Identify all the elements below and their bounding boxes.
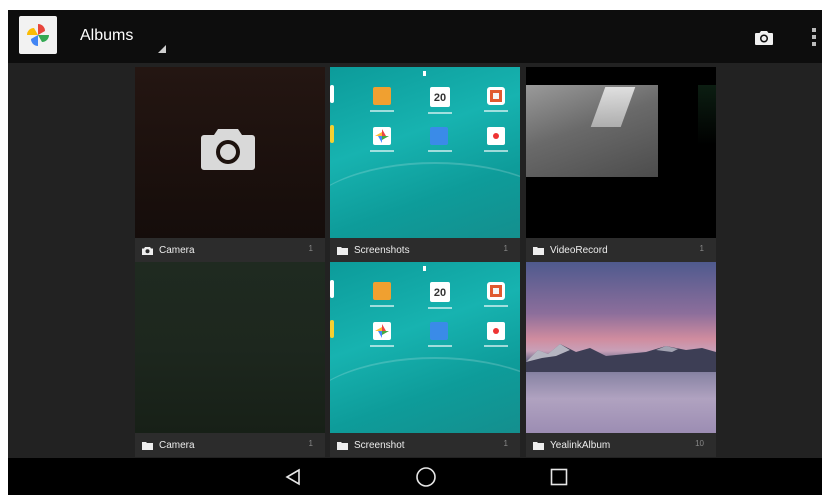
page-title[interactable]: Albums (80, 27, 133, 45)
status-dot (423, 266, 426, 271)
back-icon[interactable] (278, 463, 308, 491)
app-icon-partial (330, 125, 334, 143)
video-frame (526, 85, 658, 177)
mountain-silhouette (526, 344, 716, 372)
camera-icon[interactable] (750, 23, 778, 51)
app-label (370, 345, 394, 347)
calendar-icon: 20 (430, 87, 450, 107)
app-label (428, 307, 452, 309)
app-icon-partial (330, 320, 334, 338)
app-label (370, 110, 394, 112)
album-label-bar: Camera 1 (135, 238, 325, 262)
app-label (484, 305, 508, 307)
gallery-app-icon (373, 322, 391, 340)
app-icon-tools (373, 87, 391, 105)
album-thumbnail: 20 (330, 262, 520, 433)
app-label (484, 110, 508, 112)
camera-small-icon (142, 246, 154, 255)
app-label (370, 305, 394, 307)
camera-placeholder-icon (201, 129, 255, 170)
album-tile-yealinkalbum[interactable]: YealinkAlbum 10 (526, 262, 716, 457)
dropdown-indicator-icon[interactable] (158, 45, 166, 53)
album-label-bar: YealinkAlbum 10 (526, 433, 716, 457)
album-name: YealinkAlbum (550, 439, 611, 451)
album-thumbnail (526, 262, 716, 433)
folder-icon (142, 441, 154, 450)
album-name: Screenshots (354, 244, 410, 256)
browser-icon (487, 282, 505, 300)
folder-icon (337, 246, 349, 255)
album-name: Camera (159, 439, 195, 451)
album-name: Screenshot (354, 439, 405, 451)
album-tile-camera[interactable]: Camera 1 (135, 67, 325, 262)
home-icon[interactable] (411, 463, 441, 491)
app-label (484, 345, 508, 347)
browser-icon (487, 87, 505, 105)
folder-icon (533, 246, 545, 255)
navigation-bar (8, 458, 822, 495)
calendar-icon: 20 (430, 282, 450, 302)
album-label-bar: Screenshots 1 (330, 238, 520, 262)
app-label (370, 150, 394, 152)
album-tile-camera-2[interactable]: Camera 1 (135, 262, 325, 457)
album-tile-screenshots[interactable]: 20 Screenshots 1 (330, 67, 520, 262)
album-thumbnail: 20 (330, 67, 520, 238)
album-tile-videorecord[interactable]: VideoRecord 1 (526, 67, 716, 262)
album-tile-screenshot[interactable]: 20 Screenshot 1 (330, 262, 520, 457)
app-label (428, 150, 452, 152)
app-label (484, 150, 508, 152)
recents-icon[interactable] (544, 463, 574, 491)
app-label (428, 112, 452, 114)
album-count: 1 (503, 439, 508, 448)
folder-icon (337, 441, 349, 450)
album-thumbnail (526, 67, 716, 238)
album-grid: Camera 1 20 Screenshots 1 VideoRecord 1 … (8, 10, 822, 458)
email-app-icon (430, 127, 448, 145)
album-thumbnail (135, 67, 325, 238)
album-thumbnail (135, 262, 325, 433)
album-count: 1 (308, 439, 313, 448)
album-count: 1 (308, 244, 313, 253)
album-name: Camera (159, 244, 195, 256)
folder-icon (533, 441, 545, 450)
app-icon-partial (330, 85, 334, 103)
album-label-bar: Camera 1 (135, 433, 325, 457)
album-count: 1 (699, 244, 704, 253)
app-icon-partial (330, 280, 334, 298)
video-edge (698, 85, 716, 145)
recorder-app-icon (487, 127, 505, 145)
email-app-icon (430, 322, 448, 340)
album-label-bar: Screenshot 1 (330, 433, 520, 457)
gallery-app-icon (373, 127, 391, 145)
album-label-bar: VideoRecord 1 (526, 238, 716, 262)
album-count: 10 (695, 439, 704, 448)
gallery-screen: Camera 1 20 Screenshots 1 VideoRecord 1 … (8, 10, 822, 495)
overflow-menu-icon[interactable] (804, 23, 822, 51)
photos-pinwheel-icon[interactable] (19, 16, 57, 54)
album-name: VideoRecord (550, 244, 608, 256)
recorder-app-icon (487, 322, 505, 340)
app-label (428, 345, 452, 347)
status-dot (423, 71, 426, 76)
action-bar: Albums (8, 10, 822, 63)
app-icon-tools (373, 282, 391, 300)
album-count: 1 (503, 244, 508, 253)
